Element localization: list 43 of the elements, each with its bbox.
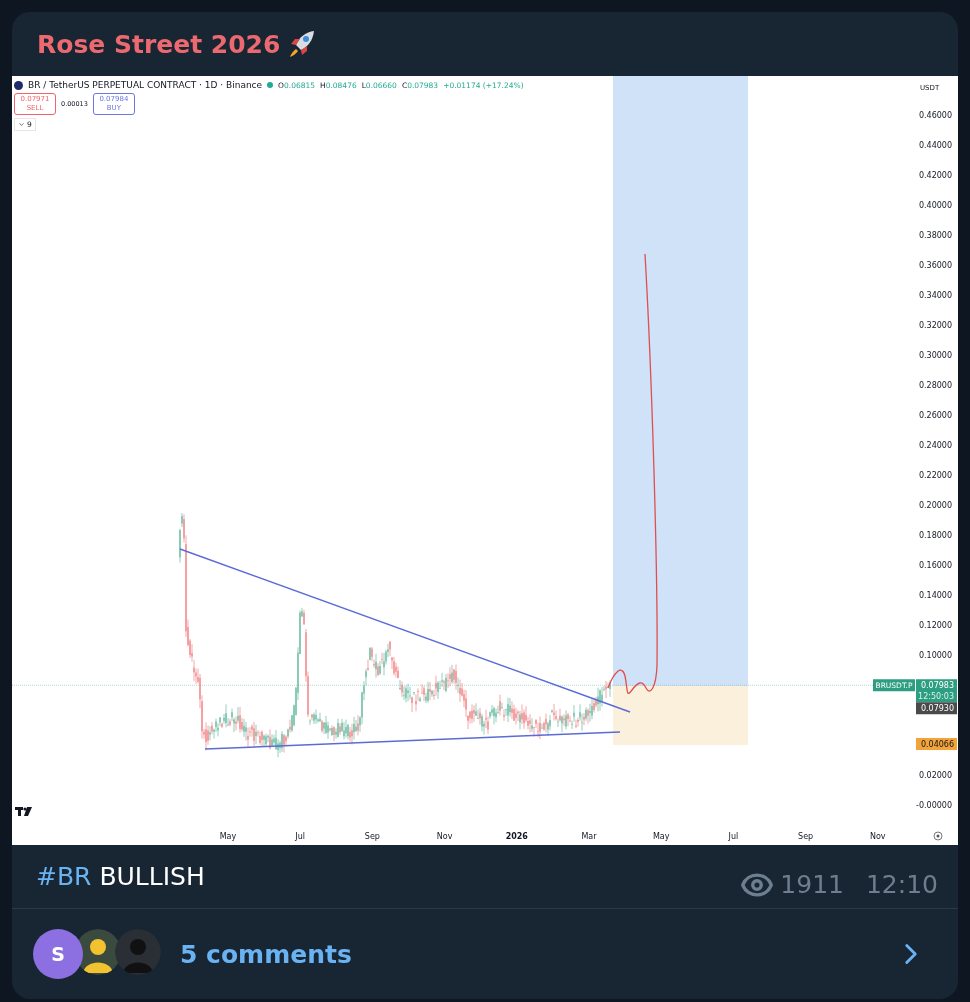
time-tick: Sep	[364, 832, 380, 841]
price-tick: 0.14000	[918, 591, 952, 600]
time-tick: Nov	[436, 832, 453, 841]
price-tick: 0.28000	[918, 381, 952, 390]
avatar: S	[33, 929, 83, 979]
price-tick: 0.38000	[918, 231, 952, 240]
time-tick: May	[652, 832, 670, 841]
last-price-label: 0.07983 12:50:03	[916, 679, 957, 703]
price-tick: 0.18000	[918, 531, 952, 540]
price-tick: 0.42000	[918, 171, 952, 180]
time-tick: 2026	[505, 832, 528, 841]
caption-text: #BR BULLISH	[36, 862, 205, 891]
price-tick: 0.26000	[918, 411, 952, 420]
price-tick: 0.40000	[918, 201, 952, 210]
price-label: 0.04066	[916, 738, 957, 750]
price-tick: 0.44000	[918, 141, 952, 150]
price-tick: 0.22000	[918, 471, 952, 480]
price-tick: 0.32000	[918, 321, 952, 330]
time-tick: Sep	[798, 832, 814, 841]
time-tick: Jul	[295, 832, 306, 841]
symbol-title: BR / TetherUS PERPETUAL CONTRACT · 1D · Binance	[28, 80, 263, 90]
time-tick: Mar	[581, 832, 597, 841]
price-tick: 0.34000	[918, 291, 952, 300]
price-tick: 0.46000	[918, 111, 952, 120]
post-title: Rose Street 2026	[37, 29, 281, 59]
price-tick: -0.00000	[916, 801, 952, 810]
price-tick: 0.02000	[918, 771, 952, 780]
time-tick: May	[219, 832, 237, 841]
price-tick: 0.30000	[918, 351, 952, 360]
post-time: 12:10	[865, 870, 938, 899]
price-label: 0.07930	[916, 702, 957, 715]
price-tick: 0.36000	[918, 261, 952, 270]
price-tick: 0.20000	[918, 501, 952, 510]
comments-bar[interactable]: S 5 comments	[12, 909, 958, 999]
hashtag-link[interactable]: #BR	[36, 862, 92, 891]
price-tick: 0.24000	[918, 441, 952, 450]
price-tick: 0.10000	[918, 651, 952, 660]
comments-label: 5 comments	[180, 939, 353, 969]
price-tick: 0.16000	[918, 561, 952, 570]
price-tick: 0.12000	[918, 621, 952, 630]
time-tick: Nov	[870, 832, 886, 841]
time-tick: Jul	[728, 832, 739, 841]
view-count: 1911	[780, 870, 844, 899]
